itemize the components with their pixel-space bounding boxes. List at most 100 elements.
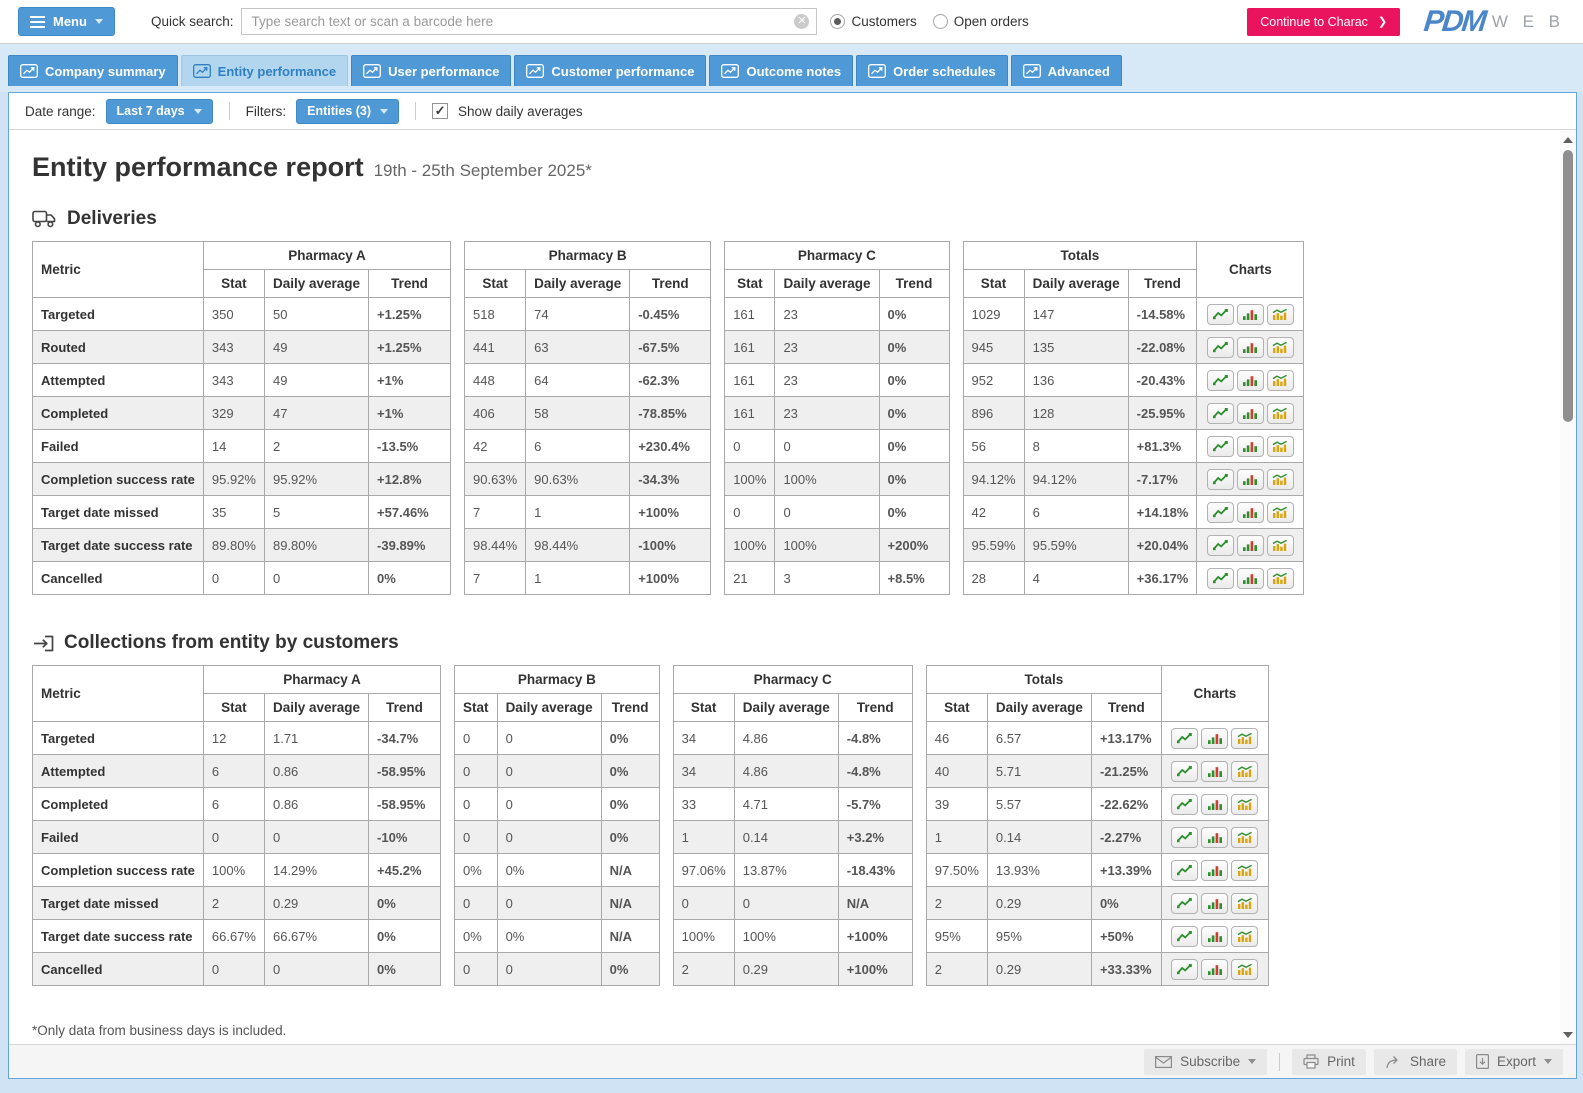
- radio-customers[interactable]: Customers: [830, 14, 916, 29]
- bar-chart-button[interactable]: [1237, 403, 1264, 424]
- line-chart-button[interactable]: [1207, 436, 1234, 457]
- line-chart-button[interactable]: [1171, 827, 1198, 848]
- deliveries-section: Deliveries MetricPharmacy APharmacy BPha…: [32, 208, 1560, 595]
- tab-entity-performance[interactable]: Entity performance: [181, 55, 348, 86]
- bar-chart-button[interactable]: [1201, 794, 1228, 815]
- subscribe-button[interactable]: Subscribe: [1144, 1049, 1267, 1075]
- bar-chart-button[interactable]: [1237, 502, 1264, 523]
- line-chart-button[interactable]: [1171, 926, 1198, 947]
- trend-cell: 0%: [601, 722, 659, 755]
- bar-chart-button[interactable]: [1237, 436, 1264, 457]
- column-gap: [949, 242, 963, 298]
- table-row: Attempted34349+1%44864-62.3%161230%95213…: [33, 364, 1304, 397]
- trend-cell: +100%: [630, 562, 711, 595]
- radio-open-orders[interactable]: Open orders: [933, 14, 1029, 29]
- combo-chart-button[interactable]: [1231, 926, 1258, 947]
- bar-chart-button[interactable]: [1201, 893, 1228, 914]
- combo-chart-button[interactable]: [1267, 370, 1294, 391]
- line-chart-icon: [1212, 473, 1229, 486]
- daily-average-cell: 98.44%: [526, 529, 630, 562]
- bar-chart-button[interactable]: [1201, 761, 1228, 782]
- tab-order-schedules[interactable]: Order schedules: [856, 55, 1008, 86]
- subheader-trend: Trend: [1128, 270, 1197, 298]
- combo-chart-button[interactable]: [1231, 794, 1258, 815]
- bar-chart-button[interactable]: [1201, 926, 1228, 947]
- daily-average-cell: 0: [497, 953, 601, 986]
- share-button[interactable]: Share: [1374, 1049, 1457, 1075]
- combo-chart-button[interactable]: [1231, 860, 1258, 881]
- bar-chart-button[interactable]: [1201, 959, 1228, 980]
- subheader-trend: Trend: [879, 270, 949, 298]
- footnote: *Only data from business days is include…: [32, 1023, 1560, 1038]
- trend-cell: -2.27%: [1091, 821, 1161, 854]
- tab-user-performance[interactable]: User performance: [351, 55, 511, 86]
- show-daily-averages-checkbox[interactable]: ✓: [432, 103, 448, 119]
- bar-chart-button[interactable]: [1237, 337, 1264, 358]
- combo-chart-button[interactable]: [1231, 893, 1258, 914]
- line-chart-button[interactable]: [1207, 304, 1234, 325]
- bar-chart-button[interactable]: [1237, 535, 1264, 556]
- subheader-stat: Stat: [926, 694, 987, 722]
- scroll-up-arrow-icon[interactable]: [1563, 137, 1573, 143]
- column-gap: [949, 496, 963, 529]
- export-button[interactable]: Export: [1465, 1049, 1563, 1075]
- line-chart-button[interactable]: [1171, 959, 1198, 980]
- tab-customer-performance[interactable]: Customer performance: [514, 55, 706, 86]
- scroll-down-arrow-icon[interactable]: [1563, 1032, 1573, 1038]
- continue-to-charac-button[interactable]: Continue to Charac ❯: [1247, 8, 1400, 36]
- line-chart-button[interactable]: [1207, 535, 1234, 556]
- vertical-scrollbar[interactable]: [1560, 131, 1576, 1044]
- line-chart-button[interactable]: [1171, 794, 1198, 815]
- bar-chart-button[interactable]: [1237, 304, 1264, 325]
- line-chart-button[interactable]: [1207, 403, 1234, 424]
- line-chart-button[interactable]: [1207, 568, 1234, 589]
- date-range-select[interactable]: Last 7 days: [106, 99, 213, 124]
- line-chart-button[interactable]: [1171, 893, 1198, 914]
- trend-cell: +100%: [838, 920, 912, 953]
- combo-chart-button[interactable]: [1267, 304, 1294, 325]
- scroll-thumb[interactable]: [1563, 150, 1573, 422]
- bar-chart-button[interactable]: [1201, 860, 1228, 881]
- tab-outcome-notes[interactable]: Outcome notes: [709, 55, 853, 86]
- bar-chart-button[interactable]: [1201, 728, 1228, 749]
- line-chart-button[interactable]: [1207, 502, 1234, 523]
- combo-chart-button[interactable]: [1267, 535, 1294, 556]
- bar-chart-button[interactable]: [1237, 568, 1264, 589]
- entities-filter-select[interactable]: Entities (3): [296, 99, 399, 124]
- bar-chart-button[interactable]: [1201, 827, 1228, 848]
- chart-icon: [721, 64, 739, 78]
- combo-chart-button[interactable]: [1267, 403, 1294, 424]
- envelope-icon: [1155, 1056, 1172, 1068]
- bar-chart-button[interactable]: [1237, 370, 1264, 391]
- combo-chart-button[interactable]: [1267, 469, 1294, 490]
- line-chart-button[interactable]: [1171, 728, 1198, 749]
- column-gap: [441, 666, 455, 722]
- bar-chart-button[interactable]: [1237, 469, 1264, 490]
- trend-cell: -58.95%: [369, 788, 441, 821]
- bar-chart-icon: [1207, 732, 1223, 745]
- combo-chart-button[interactable]: [1231, 959, 1258, 980]
- line-chart-button[interactable]: [1171, 860, 1198, 881]
- combo-chart-button[interactable]: [1231, 728, 1258, 749]
- metric-cell: Target date missed: [33, 887, 204, 920]
- show-daily-averages-label[interactable]: Show daily averages: [458, 104, 583, 119]
- combo-chart-button[interactable]: [1267, 502, 1294, 523]
- combo-chart-button[interactable]: [1267, 337, 1294, 358]
- logo-pdm: PDM: [1422, 5, 1486, 39]
- combo-chart-button[interactable]: [1267, 568, 1294, 589]
- combo-chart-button[interactable]: [1231, 827, 1258, 848]
- print-button[interactable]: Print: [1292, 1049, 1366, 1075]
- line-chart-button[interactable]: [1207, 370, 1234, 391]
- tab-advanced[interactable]: Advanced: [1011, 55, 1122, 86]
- daily-average-cell: 0%: [497, 854, 601, 887]
- quick-search-label: Quick search:: [151, 14, 234, 29]
- line-chart-button[interactable]: [1207, 337, 1234, 358]
- combo-chart-button[interactable]: [1267, 436, 1294, 457]
- tab-company-summary[interactable]: Company summary: [8, 55, 178, 86]
- menu-button[interactable]: Menu: [18, 7, 115, 36]
- line-chart-button[interactable]: [1171, 761, 1198, 782]
- line-chart-icon: [1176, 732, 1193, 745]
- combo-chart-button[interactable]: [1231, 761, 1258, 782]
- line-chart-button[interactable]: [1207, 469, 1234, 490]
- search-input[interactable]: [241, 8, 817, 35]
